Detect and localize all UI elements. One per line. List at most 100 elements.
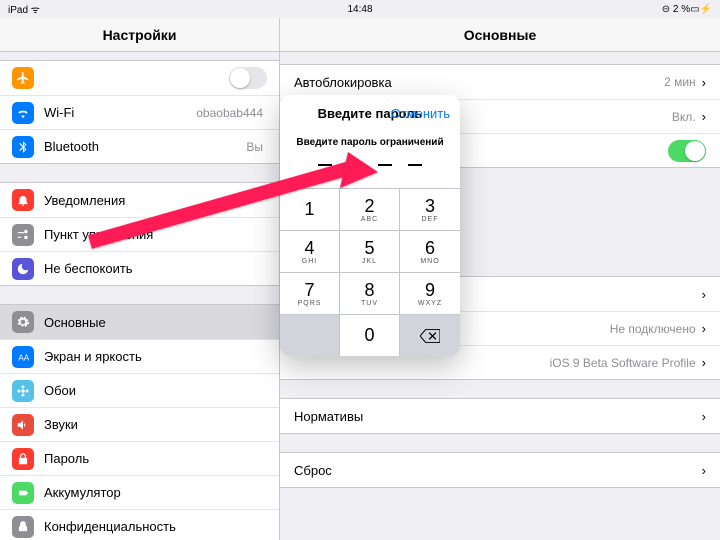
keypad-key-3[interactable]: 3DEF: [400, 188, 460, 230]
key-letters: DEF: [422, 216, 439, 223]
keypad-blank: [280, 314, 340, 356]
moon-icon: [12, 258, 34, 280]
wifi-indicator-icon: ᯤ: [31, 5, 40, 16]
row-label: Сброс: [294, 463, 702, 478]
keypad-key-8[interactable]: 8TUV: [340, 272, 400, 314]
bell-icon: [12, 189, 34, 211]
chevron-right-icon: ›: [702, 109, 706, 124]
key-letters: WXYZ: [418, 300, 442, 307]
sidebar-item-label: Конфиденциальность: [44, 519, 267, 534]
chevron-right-icon: ›: [702, 287, 706, 302]
battery-icon: [12, 482, 34, 504]
key-letters: TUV: [361, 300, 378, 307]
passcode-dash: [348, 164, 362, 166]
key-digit: 5: [364, 239, 374, 257]
key-digit: 8: [364, 281, 374, 299]
row-value: iOS 9 Beta Software Profile: [550, 356, 696, 370]
keypad-backspace[interactable]: [400, 314, 460, 356]
dialog-subtitle: Введите пароль ограничений: [280, 131, 460, 158]
bluetooth-icon: [12, 136, 34, 158]
sidebar: Настройки Wi-Fi obaobab444 Bluetooth Вы: [0, 18, 280, 540]
key-digit: 6: [425, 239, 435, 257]
airplane-icon: [12, 67, 34, 89]
key-digit: 4: [304, 239, 314, 257]
row-value: 2 мин: [664, 75, 696, 89]
sidebar-item[interactable]: Пароль: [0, 441, 279, 475]
toggle-switch[interactable]: [668, 140, 706, 162]
sidebar-item-wifi[interactable]: Wi-Fi obaobab444: [0, 95, 279, 129]
sidebar-item[interactable]: Звуки: [0, 407, 279, 441]
svg-text:AA: AA: [18, 353, 29, 362]
keypad-key-4[interactable]: 4GHI: [280, 230, 340, 272]
chevron-right-icon: ›: [702, 321, 706, 336]
sidebar-item-label: Звуки: [44, 417, 267, 432]
airplane-switch[interactable]: [229, 67, 267, 89]
sidebar-item-label: Обои: [44, 383, 267, 398]
sidebar-item-label: Пункт управления: [44, 227, 267, 242]
hand-icon: [12, 516, 34, 538]
row-value: Вкл.: [672, 110, 696, 124]
keypad-key-1[interactable]: 1: [280, 188, 340, 230]
battery-percent: 2 %: [673, 4, 690, 15]
sidebar-item[interactable]: Аккумулятор: [0, 475, 279, 509]
key-letters: PQRS: [298, 300, 322, 307]
gear-icon: [12, 311, 34, 333]
sidebar-item[interactable]: Основные: [0, 305, 279, 339]
passcode-dash: [408, 164, 422, 166]
sidebar-title: Настройки: [0, 18, 279, 52]
sidebar-item[interactable]: Обои: [0, 373, 279, 407]
key-letters: GHI: [302, 258, 317, 265]
sidebar-item[interactable]: Пункт управления: [0, 217, 279, 251]
cancel-button[interactable]: Отменить: [391, 106, 450, 121]
passcode-dialog: Введите пароль Отменить Введите пароль о…: [280, 95, 460, 356]
battery-icon: ▭⚡: [690, 4, 712, 15]
sidebar-item-label: Bluetooth: [44, 139, 246, 154]
keypad-key-9[interactable]: 9WXYZ: [400, 272, 460, 314]
detail-row[interactable]: Сброс›: [280, 453, 720, 487]
lock-icon: [12, 448, 34, 470]
keypad-key-6[interactable]: 6MNO: [400, 230, 460, 272]
row-label: Автоблокировка: [294, 75, 664, 90]
sidebar-item[interactable]: AA Экран и яркость: [0, 339, 279, 373]
key-digit: 0: [364, 326, 374, 344]
sidebar-item-label: Основные: [44, 315, 267, 330]
keypad-key-7[interactable]: 7PQRS: [280, 272, 340, 314]
sidebar-item-label: Аккумулятор: [44, 485, 267, 500]
chevron-right-icon: ›: [702, 355, 706, 370]
chevron-right-icon: ›: [702, 75, 706, 90]
brightness-icon: AA: [12, 346, 34, 368]
detail-title: Основные: [280, 18, 720, 52]
key-letters: MNO: [420, 258, 439, 265]
sidebar-item-airplane[interactable]: [0, 61, 279, 95]
sidebar-item-label: Wi-Fi: [44, 105, 196, 120]
key-letters: JKL: [362, 258, 377, 265]
key-digit: 7: [304, 281, 314, 299]
backspace-icon: [420, 329, 440, 343]
key-digit: 1: [304, 200, 314, 218]
device-label: iPad: [8, 5, 28, 16]
passcode-dash: [378, 164, 392, 166]
passcode-dash: [318, 164, 332, 166]
row-label: Нормативы: [294, 409, 702, 424]
sidebar-item-bluetooth[interactable]: Bluetooth Вы: [0, 129, 279, 163]
sidebar-item[interactable]: Не беспокоить: [0, 251, 279, 285]
status-bar: iPad ᯤ 14:48 ⊝ 2 %▭⚡: [0, 0, 720, 18]
keypad-key-5[interactable]: 5JKL: [340, 230, 400, 272]
sidebar-item-label: Пароль: [44, 451, 267, 466]
keypad-key-2[interactable]: 2ABC: [340, 188, 400, 230]
detail-row[interactable]: Автоблокировка2 мин ›: [280, 65, 720, 99]
sidebar-item[interactable]: Конфиденциальность: [0, 509, 279, 540]
key-digit: 9: [425, 281, 435, 299]
sidebar-item-label: Не беспокоить: [44, 261, 267, 276]
orientation-lock-icon: ⊝: [662, 4, 670, 15]
detail-row[interactable]: Нормативы›: [280, 399, 720, 433]
keypad-key-0[interactable]: 0: [340, 314, 400, 356]
chevron-right-icon: ›: [702, 463, 706, 478]
passcode-field: [280, 158, 460, 188]
sliders-icon: [12, 224, 34, 246]
clock: 14:48: [248, 4, 472, 15]
key-letters: ABC: [361, 216, 378, 223]
sidebar-item[interactable]: Уведомления: [0, 183, 279, 217]
sidebar-item-label: Экран и яркость: [44, 349, 267, 364]
numeric-keypad: 12ABC3DEF4GHI5JKL6MNO7PQRS8TUV9WXYZ0: [280, 188, 460, 356]
